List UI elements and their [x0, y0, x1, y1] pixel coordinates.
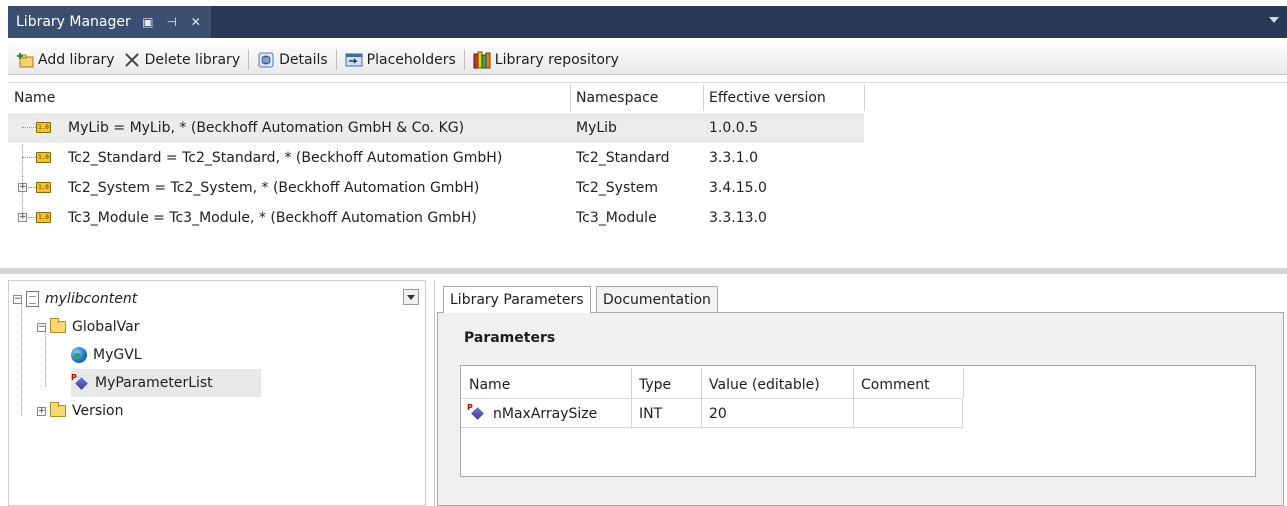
global-variable-list-icon: [71, 347, 87, 363]
column-header-name[interactable]: Name: [8, 83, 570, 113]
library-namespace: Tc2_System: [576, 180, 658, 196]
add-library-label: Add library: [38, 51, 115, 68]
parameter-type: INT: [639, 406, 663, 422]
delete-icon: [123, 51, 141, 69]
toolbar-separator: [463, 49, 465, 70]
parameters-heading: Parameters: [464, 330, 556, 346]
pin-icon[interactable]: ⊣: [165, 15, 179, 29]
close-icon[interactable]: ✕: [189, 15, 203, 29]
toolbar-separator: [335, 49, 337, 70]
library-icon: 1.0: [36, 152, 51, 163]
library-icon: 1.0: [36, 122, 51, 133]
details-panel: Library Parameters Documentation Paramet…: [434, 280, 1287, 506]
column-header-name[interactable]: Name: [461, 372, 631, 398]
cell-divider: [701, 399, 702, 429]
cell-divider: [853, 399, 854, 429]
float-window-icon[interactable]: ▣: [141, 15, 155, 29]
window-menu-arrow-icon[interactable]: [1269, 17, 1279, 23]
tab-documentation[interactable]: Documentation: [596, 286, 718, 312]
placeholders-icon: [345, 51, 363, 69]
tree-node-label: GlobalVar: [72, 319, 140, 335]
library-manager-tab[interactable]: Library Manager ▣ ⊣ ✕: [8, 6, 211, 38]
delete-library-button[interactable]: Delete library: [119, 48, 245, 72]
library-books-icon: [473, 51, 491, 69]
add-library-icon: [16, 51, 34, 69]
collapse-toggle-icon[interactable]: −: [13, 294, 22, 304]
tree-node-mygvl[interactable]: MyGVL: [71, 341, 142, 369]
parameter-name: nMaxArraySize: [493, 406, 598, 422]
library-repository-label: Library repository: [494, 51, 619, 68]
cell-divider: [631, 399, 632, 429]
column-divider[interactable]: [864, 85, 865, 111]
add-library-button[interactable]: Add library: [12, 48, 119, 72]
tree-node-label: MyGVL: [93, 347, 142, 363]
folder-icon: [50, 402, 66, 417]
library-parameters-panel: Parameters Name Type Value (editable) Co…: [437, 312, 1284, 506]
library-name: Tc3_Module = Tc3_Module, * (Beckhoff Aut…: [68, 210, 477, 226]
library-list: Name Namespace Effective version 1.0 MyL…: [8, 82, 1287, 268]
horizontal-splitter[interactable]: [0, 268, 1287, 274]
tree-connector: [28, 217, 36, 218]
parameter-row[interactable]: P nMaxArraySize INT 20: [461, 398, 963, 429]
library-row-tc2-system[interactable]: + 1.0 Tc2_System = Tc2_System, * (Beckho…: [8, 173, 864, 203]
library-version: 3.4.15.0: [709, 180, 767, 196]
library-repository-button[interactable]: Library repository: [469, 48, 623, 72]
library-namespace: Tc3_Module: [576, 210, 657, 226]
library-version: 3.3.1.0: [709, 150, 758, 166]
tree-node-label: MyParameterList: [95, 375, 213, 391]
placeholders-label: Placeholders: [366, 51, 456, 68]
tree-connector: [22, 127, 36, 128]
column-header-type[interactable]: Type: [631, 372, 701, 398]
tree-node-mylibcontent[interactable]: − mylibcontent: [13, 285, 137, 313]
library-version: 1.0.0.5: [709, 120, 758, 136]
library-content-tree: − mylibcontent − GlobalVar MyGVL P MyPar…: [8, 280, 426, 506]
tree-node-label: Version: [72, 403, 124, 419]
cell-divider: [962, 399, 963, 429]
tree-connector: [28, 187, 36, 188]
library-icon: 1.0: [36, 212, 51, 223]
column-header-value[interactable]: Value (editable): [701, 372, 853, 398]
library-row-mylib[interactable]: 1.0 MyLib = MyLib, * (Beckhoff Automatio…: [8, 113, 864, 143]
folder-icon: [50, 318, 66, 333]
expand-toggle-icon[interactable]: +: [18, 213, 27, 222]
column-header-effective-version[interactable]: Effective version: [703, 83, 864, 113]
details-icon: [257, 51, 275, 69]
library-namespace: Tc2_Standard: [576, 150, 670, 166]
delete-library-label: Delete library: [144, 51, 241, 68]
window-title: Library Manager: [16, 14, 131, 30]
library-name: MyLib = MyLib, * (Beckhoff Automation Gm…: [68, 120, 465, 136]
library-content-icon: [26, 291, 39, 307]
column-header-namespace[interactable]: Namespace: [570, 83, 703, 113]
collapse-toggle-icon[interactable]: −: [37, 322, 46, 332]
tree-dropdown-button[interactable]: [403, 289, 419, 305]
placeholders-button[interactable]: Placeholders: [341, 48, 460, 72]
tree-node-version[interactable]: + Version: [37, 397, 123, 425]
parameter-value-field[interactable]: 20: [709, 406, 727, 422]
tree-node-myparameterlist[interactable]: P MyParameterList: [71, 369, 261, 397]
details-label: Details: [279, 51, 328, 68]
toolbar-separator: [248, 49, 250, 70]
library-name: Tc2_Standard = Tc2_Standard, * (Beckhoff…: [68, 150, 503, 166]
column-divider[interactable]: [963, 368, 964, 398]
parameters-table: Name Type Value (editable) Comment P nMa…: [460, 365, 1256, 477]
library-namespace: MyLib: [576, 120, 617, 136]
library-toolbar: Add library Delete library Details Place…: [8, 45, 1287, 75]
library-name: Tc2_System = Tc2_System, * (Beckhoff Aut…: [68, 180, 480, 196]
library-icon: 1.0: [36, 182, 51, 193]
expand-toggle-icon[interactable]: +: [37, 406, 46, 416]
column-header-comment[interactable]: Comment: [853, 372, 963, 398]
parameter-list-icon: P: [71, 373, 89, 391]
library-version: 3.3.13.0: [709, 210, 767, 226]
details-button[interactable]: Details: [253, 48, 332, 72]
tree-guide-line: [21, 303, 22, 415]
tree-connector: [22, 157, 36, 158]
expand-toggle-icon[interactable]: +: [18, 183, 27, 192]
parameter-icon: P: [467, 403, 485, 421]
library-row-tc2-standard[interactable]: 1.0 Tc2_Standard = Tc2_Standard, * (Beck…: [8, 143, 864, 173]
library-row-tc3-module[interactable]: + 1.0 Tc3_Module = Tc3_Module, * (Beckho…: [8, 203, 864, 233]
tool-window-titlebar: Library Manager ▣ ⊣ ✕: [0, 0, 1287, 38]
tree-node-globalvar[interactable]: − GlobalVar: [37, 313, 139, 341]
tab-library-parameters[interactable]: Library Parameters: [443, 286, 591, 313]
tree-root-label: mylibcontent: [45, 291, 138, 307]
